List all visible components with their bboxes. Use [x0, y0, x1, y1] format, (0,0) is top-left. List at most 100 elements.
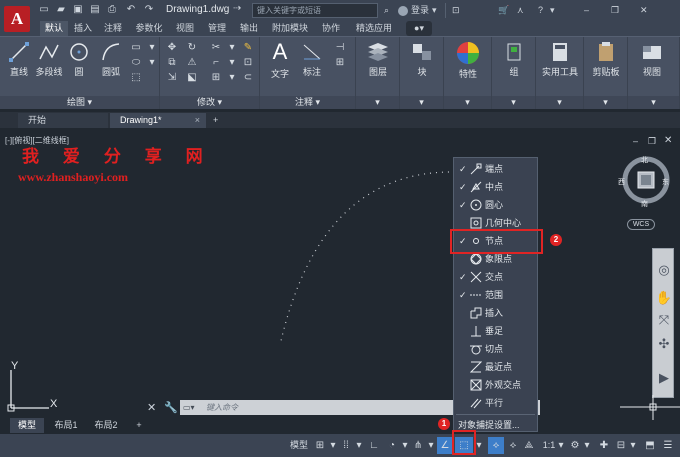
grid-icon[interactable]: ⊞	[312, 437, 328, 454]
snap-item-perpendicular[interactable]: 垂足	[454, 322, 539, 340]
help-icon[interactable]: ?	[538, 3, 543, 18]
clipboard-dropdown-icon[interactable]: ▾	[584, 96, 627, 109]
tab-output[interactable]: 输出	[236, 21, 262, 36]
polar-icon[interactable]: ◔	[384, 437, 400, 454]
tab-parametric[interactable]: 参数化	[132, 21, 166, 36]
close-tab-icon[interactable]: ×	[195, 113, 200, 128]
new-tab-icon[interactable]: +	[210, 113, 226, 128]
polyline-tool[interactable]: 多段线	[33, 41, 65, 78]
clean-screen-icon[interactable]: ⬒	[642, 437, 658, 454]
customization-menu-icon[interactable]: ☰	[660, 437, 676, 454]
snap-item-apparent-intersection[interactable]: 外观交点	[454, 376, 539, 394]
snap-item-endpoint[interactable]: ✓ 端点	[454, 160, 539, 178]
autodesk-a360-icon[interactable]: ⋏	[517, 3, 524, 18]
wcs-menu[interactable]: WCS	[627, 219, 655, 230]
table-icon[interactable]: ⊞	[332, 57, 348, 69]
text-tool[interactable]: A 文字	[268, 39, 292, 80]
mirror-icon[interactable]: ⚠	[184, 57, 200, 69]
pan-hand-icon[interactable]: ✋	[655, 289, 673, 307]
dropdown-arrow-icon[interactable]: ▾	[432, 3, 437, 18]
save-as-icon[interactable]: ▤	[89, 4, 101, 16]
new-file-icon[interactable]: ▭	[38, 4, 50, 16]
tab-drawing1[interactable]: Drawing1* ×	[110, 113, 206, 128]
share-icon[interactable]: ⇢	[233, 3, 241, 14]
help-dropdown-icon[interactable]: ▾	[550, 3, 555, 18]
tab-layout1[interactable]: 布局1	[48, 418, 84, 433]
snap-dropdown-icon[interactable]: ▾	[354, 437, 364, 454]
utilities-panel[interactable]: 实用工具 ▾	[536, 37, 584, 109]
steering-wheel-icon[interactable]: ◎	[655, 261, 673, 279]
tab-collaborate[interactable]: 协作	[318, 21, 344, 36]
snap-item-insertion[interactable]: 插入	[454, 304, 539, 322]
orbit-icon[interactable]: ✣	[655, 335, 673, 353]
tab-view[interactable]: 视图	[172, 21, 198, 36]
rotate-icon[interactable]: ↻	[184, 42, 200, 54]
snap-item-intersection[interactable]: ✓ 交点	[454, 268, 539, 286]
viewport-close-icon[interactable]: ✕	[664, 135, 672, 146]
tab-addins[interactable]: 附加模块	[268, 21, 312, 36]
utilities-dropdown-icon[interactable]: ▾	[536, 96, 583, 109]
annotation-group-label[interactable]: 注释 ▾	[260, 96, 355, 109]
object-snap-tracking-icon[interactable]: ∠	[437, 437, 453, 454]
tab-featured-apps[interactable]: 精选应用	[352, 21, 396, 36]
ortho-icon[interactable]: ∟	[366, 437, 382, 454]
recent-commands-icon[interactable]: ▭▾	[183, 400, 195, 415]
restore-window-icon[interactable]: ❐	[611, 3, 619, 18]
tab-manage[interactable]: 管理	[204, 21, 230, 36]
layers-dropdown-icon[interactable]: ▾	[356, 96, 399, 109]
tab-start[interactable]: 开始	[18, 113, 108, 128]
trim-dropdown-icon[interactable]: ▾	[224, 42, 240, 54]
annotation-visibility-icon[interactable]: ⟡	[488, 437, 504, 454]
region-icon[interactable]: ⬚	[128, 72, 144, 84]
snap-item-nearest[interactable]: 最近点	[454, 358, 539, 376]
arc-tool[interactable]: 圆弧	[97, 41, 125, 78]
leader-icon[interactable]: ⊣	[332, 42, 348, 54]
workspace-dropdown-icon[interactable]: ▾	[582, 437, 592, 454]
block-panel[interactable]: 块 ▾	[400, 37, 444, 109]
tab-layout2[interactable]: 布局2	[88, 418, 124, 433]
erase-icon[interactable]: ✎	[240, 42, 256, 54]
hatch-dropdown-icon[interactable]: ▾	[144, 57, 160, 69]
dimension-tool[interactable]: 标注	[298, 41, 326, 78]
cart-icon[interactable]: ⊡	[452, 3, 460, 18]
stretch-icon[interactable]: ⇲	[164, 72, 180, 84]
snap-item-parallel[interactable]: 平行	[454, 394, 539, 412]
snap-icon[interactable]: ⁞⁞	[338, 437, 354, 454]
fillet-dropdown-icon[interactable]: ▾	[224, 57, 240, 69]
circle-tool[interactable]: 圆	[67, 41, 91, 78]
scale-dropdown-icon[interactable]: ▾	[556, 437, 566, 454]
command-input[interactable]: 键入命令	[206, 400, 238, 415]
tab-default[interactable]: 默认	[40, 21, 68, 36]
move-icon[interactable]: ✥	[164, 42, 180, 54]
group-dropdown-icon[interactable]: ▾	[492, 96, 535, 109]
isodraft-icon[interactable]: ⋔	[410, 437, 426, 454]
annotation-scale-value[interactable]: 1:1	[542, 437, 556, 454]
explode-icon[interactable]: ⊡	[240, 57, 256, 69]
viewcube-south[interactable]: 南	[641, 199, 648, 209]
redo-icon[interactable]: ↷	[143, 4, 155, 16]
snap-item-tangent[interactable]: 切点	[454, 340, 539, 358]
view-dropdown-icon[interactable]: ▾	[628, 96, 679, 109]
view-panel[interactable]: 视图 ▾	[628, 37, 680, 109]
model-space-button[interactable]: 模型	[288, 437, 310, 454]
save-icon[interactable]: ▣	[72, 4, 84, 16]
draw-group-label[interactable]: 绘图 ▾	[0, 96, 159, 109]
viewcube-east[interactable]: 东	[662, 177, 669, 187]
customize-commandline-icon[interactable]: 🔧	[164, 401, 178, 414]
viewport-restore-icon[interactable]: ❐	[648, 136, 656, 147]
open-folder-icon[interactable]: ▰	[55, 4, 67, 16]
fillet-icon[interactable]: ⌐	[208, 57, 224, 69]
properties-dropdown-icon[interactable]: ▾	[444, 96, 491, 109]
modify-group-label[interactable]: 修改 ▾	[160, 96, 259, 109]
array-dropdown-icon[interactable]: ▾	[224, 72, 240, 84]
search-icon[interactable]: ⌕	[384, 3, 389, 18]
annotation-monitor-icon[interactable]: ✚	[596, 437, 612, 454]
scale-icon[interactable]: ⬕	[184, 72, 200, 84]
properties-panel[interactable]: 特性 ▾	[444, 37, 492, 109]
workspace-gear-icon[interactable]: ⚙	[568, 437, 582, 454]
rectangle-icon[interactable]: ▭	[128, 42, 144, 54]
offset-icon[interactable]: ⊂	[240, 72, 256, 84]
array-icon[interactable]: ⊞	[208, 72, 224, 84]
print-icon[interactable]: ⎙	[106, 4, 118, 16]
tab-more-icon[interactable]: ●▾	[406, 21, 432, 36]
